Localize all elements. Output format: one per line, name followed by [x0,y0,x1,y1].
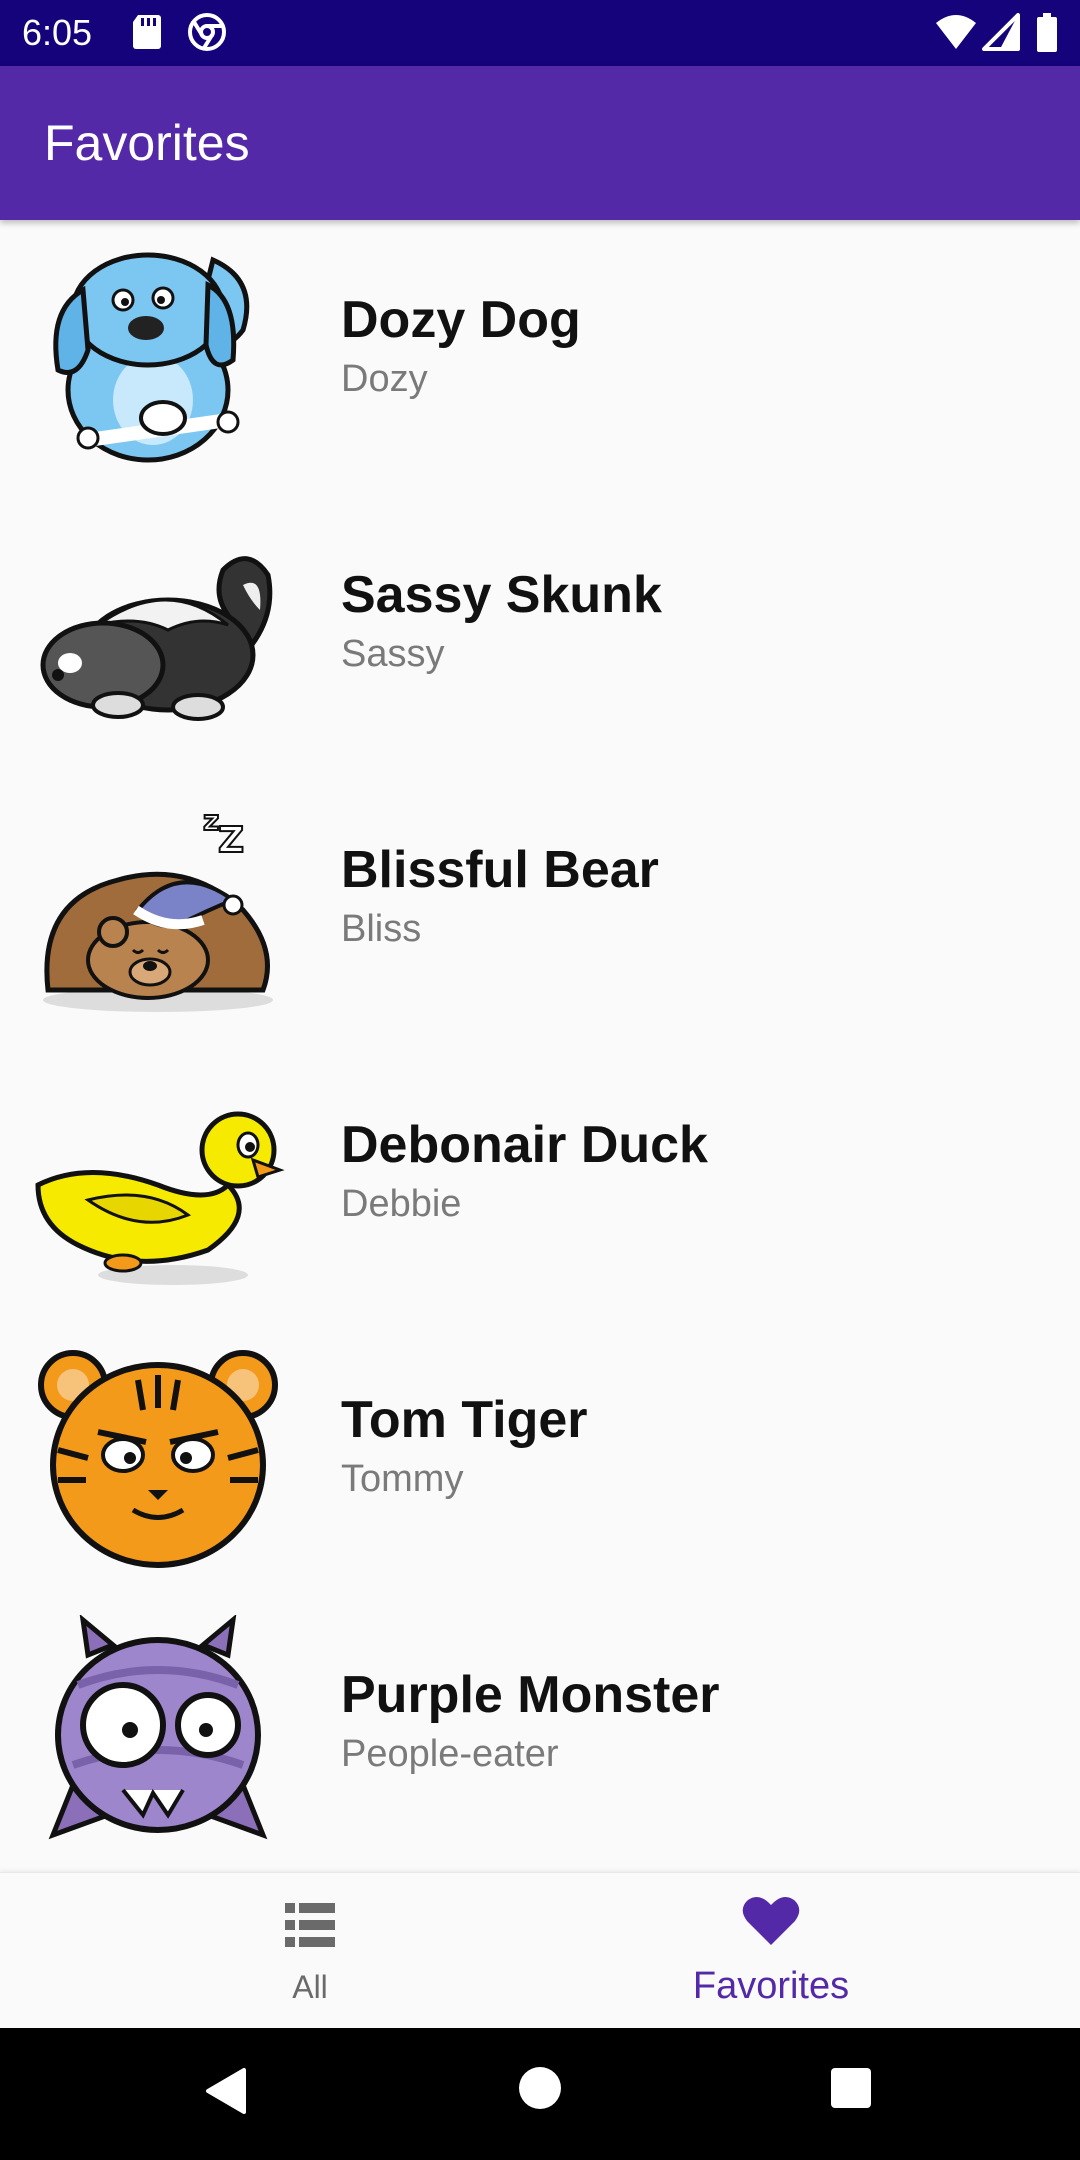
nav-label-favorites: Favorites [692,1965,850,2007]
system-navigation-bar [0,2028,1080,2160]
item-name: Dozy Dog [341,291,581,349]
list-item[interactable]: Debonair Duck Debbie [0,1045,1080,1320]
svg-text:Z: Z [218,820,244,861]
list-item[interactable]: Sassy Skunk Sassy [0,495,1080,770]
heart-icon [742,1896,800,1945]
bear-icon: z Z [43,803,273,1012]
status-time: 6:05 [22,12,93,53]
nav-item-all[interactable]: All [40,1873,580,2029]
app-bar: Favorites [0,66,1080,220]
skunk-icon [40,556,273,721]
wifi-icon [936,15,976,49]
list-item[interactable]: z Z Blissful Bear Bliss [0,770,1080,1045]
list-icon [285,1903,335,1947]
item-name: Purple Monster [341,1666,720,1724]
svg-text:z: z [203,804,219,837]
cell-signal-icon [982,13,1020,51]
chrome-icon [188,13,226,51]
nav-label-all: All [292,1969,328,2005]
item-nickname: Bliss [341,908,422,950]
recents-icon[interactable] [829,2066,873,2110]
page-title: Favorites [44,115,250,171]
bottom-navigation: All Favorites [0,1872,1080,2029]
dog-icon [53,252,250,463]
item-name: Tom Tiger [341,1391,588,1449]
status-bar: 6:05 [0,0,1080,66]
list-item[interactable]: Tom Tiger Tommy [0,1320,1080,1595]
item-name: Debonair Duck [341,1116,708,1174]
item-nickname: People-eater [341,1733,559,1775]
monster-icon [48,1615,268,1840]
list-item[interactable]: Dozy Dog Dozy [0,220,1080,495]
duck-icon [35,1111,285,1285]
favorites-list: Dozy Dog Dozy Sassy Skunk Sassy z Z Blis… [0,220,1080,1872]
item-nickname: Dozy [341,358,428,400]
item-name: Sassy Skunk [341,566,662,624]
tiger-icon [38,1350,278,1568]
item-name: Blissful Bear [341,841,659,899]
sd-card-icon [133,15,161,49]
back-icon[interactable] [204,2066,248,2116]
item-nickname: Tommy [341,1458,464,1500]
item-nickname: Debbie [341,1183,462,1225]
list-item[interactable]: Purple Monster People-eater [0,1595,1080,1870]
item-nickname: Sassy [341,633,445,675]
home-icon[interactable] [518,2066,562,2110]
nav-item-favorites[interactable]: Favorites [501,1873,1041,2029]
battery-icon [1037,13,1057,52]
